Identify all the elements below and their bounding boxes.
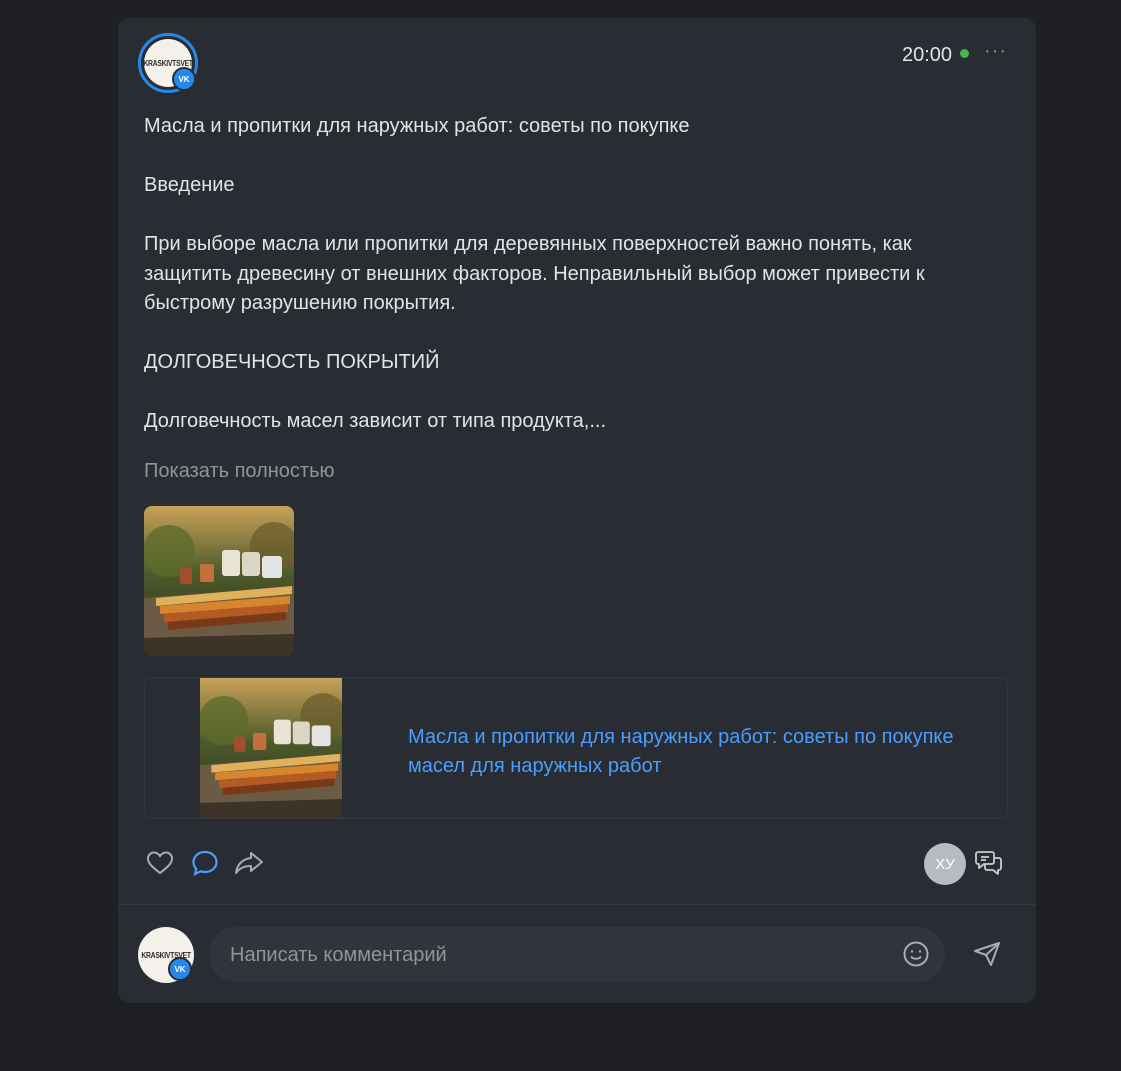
chat-bubbles-icon[interactable] (974, 848, 1004, 878)
online-indicator (960, 49, 969, 58)
smile-icon[interactable] (901, 939, 931, 969)
vk-badge-icon: VK (168, 957, 192, 981)
comment-icon[interactable] (190, 848, 220, 878)
send-icon[interactable] (972, 939, 1002, 969)
post-text: Масла и пропитки для наружных работ: сов… (144, 112, 984, 437)
more-options-icon[interactable]: ··· (984, 40, 1007, 63)
author-avatar[interactable]: KRASKIVTSVET VK (138, 33, 198, 93)
post-title: Масла и пропитки для наружных работ: сов… (144, 115, 690, 137)
viewer-avatar[interactable]: ХУ (924, 843, 966, 885)
post-card: KRASKIVTSVET VK 20:00 ··· Масла и пропит… (118, 18, 1036, 1003)
comment-box (209, 927, 945, 984)
current-user-avatar[interactable]: KRASKIVTSVET VK (138, 927, 194, 983)
section-heading: ДОЛГОВЕЧНОСТЬ ПОКРЫТИЙ (144, 351, 440, 373)
share-icon[interactable] (234, 848, 264, 878)
link-preview-card[interactable]: Масла и пропитки для наружных работ: сов… (144, 677, 1008, 819)
comment-input[interactable] (228, 927, 872, 984)
divider (118, 904, 1036, 905)
post-time[interactable]: 20:00 (902, 44, 952, 67)
link-thumbnail (199, 678, 346, 818)
heart-icon[interactable] (145, 848, 175, 878)
intro-body: При выборе масла или пропитки для деревя… (144, 233, 925, 314)
link-title[interactable]: Масла и пропитки для наружных работ: сов… (408, 723, 998, 781)
section-body: Долговечность масел зависит от типа прод… (144, 410, 607, 432)
post-photo[interactable] (144, 506, 294, 656)
vk-badge-icon: VK (172, 67, 196, 91)
show-more-link[interactable]: Показать полностью (144, 460, 335, 483)
intro-heading: Введение (144, 174, 235, 196)
